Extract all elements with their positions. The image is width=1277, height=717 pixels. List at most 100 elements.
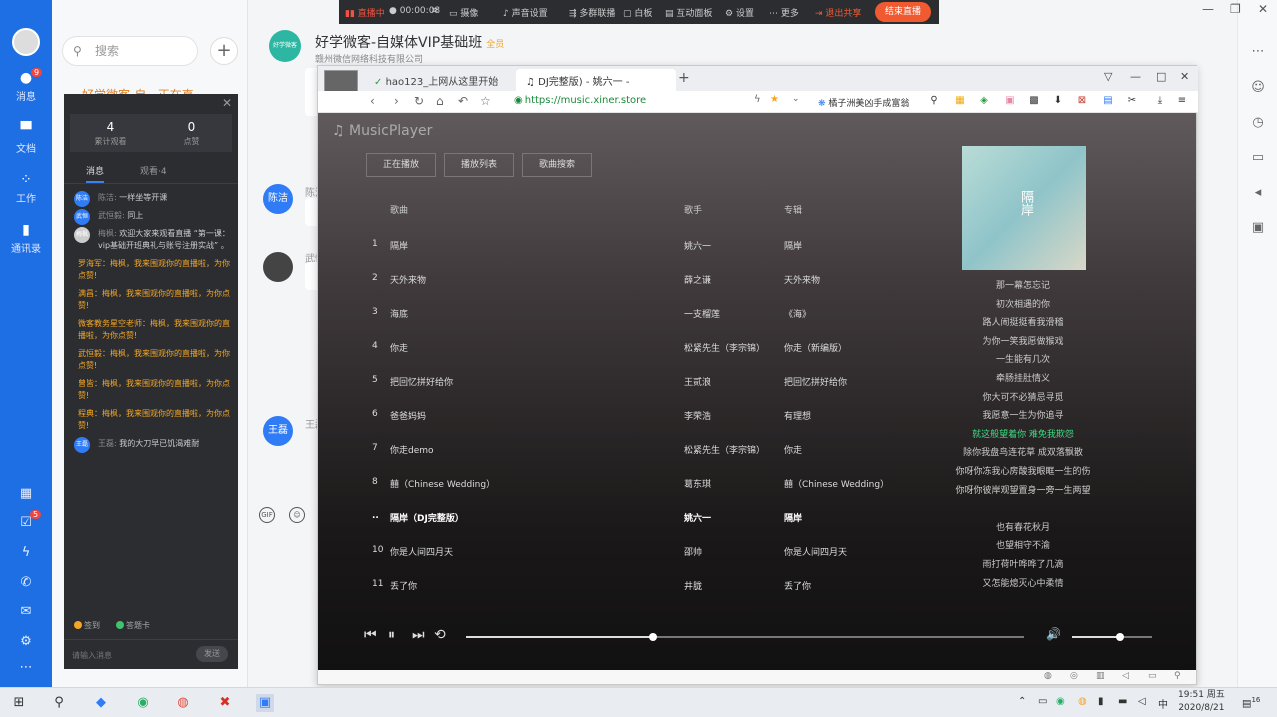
user-avatar[interactable] xyxy=(12,28,40,56)
close-icon[interactable]: ✕ xyxy=(222,96,232,110)
song-row[interactable]: 1 隔岸 姚六一 隔岸 xyxy=(366,239,886,273)
song-row[interactable]: 7 你走demo 松紧先生（李宗锦） 你走 xyxy=(366,443,886,477)
home-icon[interactable]: ⌂ xyxy=(436,94,444,108)
tray-mic-icon[interactable]: ▮ xyxy=(1098,696,1104,707)
playlist-button[interactable]: 播放列表 xyxy=(444,153,514,177)
user-avatar-chenjie[interactable]: 陈洁 xyxy=(263,184,293,214)
browser-tab-hao123[interactable]: ✓ hao123_上网从这里开始 xyxy=(364,69,514,91)
browser-tab-music[interactable]: ♫ DJ完整版) - 姚六一 - xyxy=(516,69,676,91)
live-message-input[interactable]: 请输入消息 发送 xyxy=(64,639,238,669)
song-row[interactable]: 6 爸爸妈妈 李荣浩 有理想 xyxy=(366,409,886,443)
windows-start-icon[interactable]: ⊞ xyxy=(10,694,28,712)
message-avatar[interactable]: 陈洁 xyxy=(74,191,90,207)
close-button[interactable]: ✕ xyxy=(1258,2,1268,16)
tray-chevron-up-icon[interactable]: ⌃ xyxy=(1018,696,1026,707)
minimize-button[interactable]: — xyxy=(1202,2,1214,16)
message-avatar[interactable]: 武恒毅 xyxy=(74,209,90,236)
translate-icon[interactable]: ▤ xyxy=(1102,95,1114,107)
tray-battery-icon[interactable]: ▬ xyxy=(1118,696,1127,707)
progress-handle[interactable] xyxy=(648,633,657,641)
calendar-icon[interactable]: ▦ xyxy=(18,486,34,502)
tray-volume-icon[interactable]: ◁ xyxy=(1138,696,1146,707)
new-tab-button[interactable]: + xyxy=(678,70,690,86)
gift-icon[interactable]: ▣ xyxy=(1004,95,1016,107)
sound-settings-button[interactable]: ♪ 声音设置 xyxy=(503,6,548,19)
back-icon[interactable]: ‹ xyxy=(370,94,375,108)
song-row[interactable]: 5 把回忆拼好给你 王贰浪 把回忆拼好给你 xyxy=(366,375,886,409)
send-button[interactable]: 发送 xyxy=(196,646,228,662)
close-button[interactable]: ✕ xyxy=(1180,70,1189,83)
more-icon[interactable]: ⋯ xyxy=(18,660,34,676)
settings-button[interactable]: ⚙ 设置 xyxy=(725,6,754,19)
search-icon[interactable]: ⚲ xyxy=(50,694,68,712)
song-row[interactable]: 2 天外来物 薛之谦 天外来物 xyxy=(366,273,886,307)
now-playing-button[interactable]: 正在播放 xyxy=(366,153,436,177)
tray-icon[interactable]: ▭ xyxy=(1038,696,1047,707)
download-icon[interactable]: ⤓ xyxy=(1154,95,1166,107)
tab-viewers[interactable]: 观看·4 xyxy=(140,164,167,177)
search-icon[interactable]: ⚲ xyxy=(928,95,940,107)
cut-icon[interactable]: ✂ xyxy=(1126,95,1138,107)
song-search-button[interactable]: 歌曲搜索 xyxy=(522,153,592,177)
more-button[interactable]: ⋯ 更多 xyxy=(769,6,799,19)
favorite-icon[interactable]: ★ xyxy=(770,94,779,105)
mail-icon[interactable]: ✉ xyxy=(18,604,34,620)
live-icon[interactable]: ▣ xyxy=(1250,220,1266,236)
message-avatar[interactable]: 梅枫 xyxy=(74,227,90,243)
nav-docs[interactable]: ▀ 文档 xyxy=(0,122,52,155)
progress-bar[interactable] xyxy=(466,633,1024,641)
folder-icon[interactable]: ▭ xyxy=(1250,150,1266,166)
windows-icon[interactable]: ▦ xyxy=(954,95,966,107)
song-row[interactable]: .. 隔岸（DJ完整版） 姚六一 隔岸 xyxy=(366,511,886,545)
song-row[interactable]: 3 海底 一支榴莲 《海》 xyxy=(366,307,886,341)
user-avatar-wuheng[interactable] xyxy=(263,252,293,282)
chevron-down-icon[interactable]: ⌄ xyxy=(792,94,800,104)
next-icon[interactable]: ⏭ xyxy=(412,627,425,643)
announce-icon[interactable]: ◂ xyxy=(1250,185,1266,201)
volume-slider[interactable] xyxy=(1072,633,1152,641)
nav-work[interactable]: ⁘ 工作 xyxy=(0,172,52,205)
trash-icon[interactable]: ▥ xyxy=(1096,671,1105,681)
message-avatar[interactable]: 王磊 xyxy=(74,437,90,453)
group-avatar[interactable]: 好学微客 xyxy=(269,30,301,62)
song-row[interactable]: 10 你是人间四月天 邵帅 你是人间四月天 xyxy=(366,545,886,579)
volume-icon[interactable]: 🔊 xyxy=(1046,627,1061,641)
ime-indicator[interactable]: 中 xyxy=(1158,696,1168,711)
add-button[interactable]: + xyxy=(210,37,238,65)
feather-app-icon[interactable]: ◆ xyxy=(92,694,110,712)
clock[interactable]: 19:51 周五 2020/8/21 xyxy=(1178,689,1225,715)
stop-live-button[interactable]: 结束直播 xyxy=(875,2,931,22)
notification-icon[interactable]: ▤16 xyxy=(1242,696,1260,709)
forward-icon[interactable]: › xyxy=(394,94,399,108)
settings-icon[interactable]: ⚙ xyxy=(18,634,34,650)
undo-icon[interactable]: ↶ xyxy=(458,94,468,108)
dingtalk-icon[interactable]: ▣ xyxy=(256,694,274,712)
whiteboard-button[interactable]: ▢ 白板 xyxy=(623,6,652,19)
nav-contacts[interactable]: ▮ 通讯录 xyxy=(0,222,52,255)
phone-icon[interactable]: ✆ xyxy=(18,575,34,591)
address-bar[interactable]: ◉ https://music.xiner.store xyxy=(514,95,646,106)
volume-handle[interactable] xyxy=(1116,633,1124,641)
window-icon[interactable]: ▭ xyxy=(1148,671,1157,681)
user-avatar-wanglei[interactable]: 王磊 xyxy=(263,416,293,446)
more-options-icon[interactable]: ⋯ xyxy=(1250,44,1266,60)
shirt-icon[interactable]: ▽ xyxy=(1104,70,1112,83)
status-icon[interactable]: ◍ xyxy=(1044,671,1052,681)
chrome-icon[interactable]: ◍ xyxy=(174,694,192,712)
restore-button[interactable]: ❐ xyxy=(1230,2,1241,16)
pause-icon[interactable]: ⏸ xyxy=(388,627,395,643)
exit-share-button[interactable]: ⇥ 退出共享 xyxy=(815,6,861,19)
sound-icon[interactable]: ◁ xyxy=(1122,671,1129,681)
multi-group-button[interactable]: ⇶ 多群联播 xyxy=(569,6,615,19)
block-icon[interactable]: ⊠ xyxy=(1076,95,1088,107)
refresh-icon[interactable]: ↻ xyxy=(414,94,424,108)
song-row[interactable]: 8 囍（Chinese Wedding） 葛东琪 囍（Chinese Wedding） xyxy=(366,477,889,511)
minimize-button[interactable]: — xyxy=(1130,70,1141,83)
interactive-panel-button[interactable]: ▤ 互动面板 xyxy=(665,6,712,19)
gif-button[interactable]: GIF xyxy=(259,507,275,523)
search-icon[interactable]: ⚲ xyxy=(1174,671,1181,681)
status-icon[interactable]: ◎ xyxy=(1070,671,1078,681)
emoji-button[interactable]: ☺ xyxy=(289,507,305,523)
search-input[interactable]: ⚲ 搜索 xyxy=(62,36,198,66)
history-icon[interactable]: ◷ xyxy=(1250,115,1266,131)
